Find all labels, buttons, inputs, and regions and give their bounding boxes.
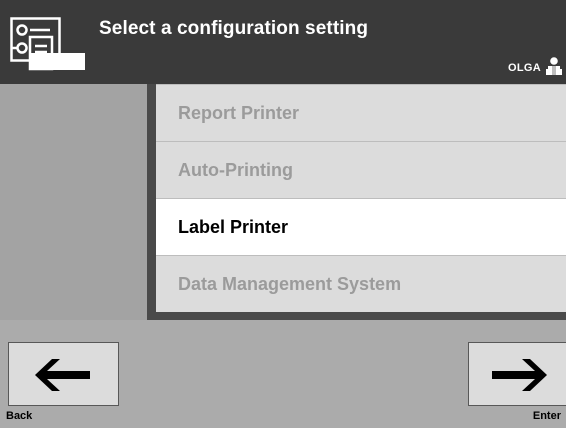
back-button[interactable] [8, 342, 119, 406]
arrow-right-icon [492, 359, 547, 391]
list-item-report-printer[interactable]: Report Printer [156, 84, 566, 141]
operator-name: OLGA [508, 62, 541, 74]
operator-indicator: OLGA [508, 57, 562, 75]
enter-button[interactable] [468, 342, 566, 406]
left-panel [0, 84, 147, 320]
list-item-label-printer[interactable]: Label Printer [156, 198, 566, 255]
configuration-list: Report Printer Auto-Printing Label Print… [147, 84, 566, 320]
header-bar: Select a configuration setting OLGA [0, 0, 566, 84]
list-item-auto-printing[interactable]: Auto-Printing [156, 141, 566, 198]
back-label: Back [6, 410, 33, 422]
list-item-data-management-system[interactable]: Data Management System [156, 255, 566, 312]
enter-label: Enter [532, 410, 561, 422]
configuration-settings-icon [10, 17, 85, 71]
page-title: Select a configuration setting [99, 18, 369, 39]
user-icon [546, 57, 562, 75]
arrow-left-icon [35, 359, 90, 391]
